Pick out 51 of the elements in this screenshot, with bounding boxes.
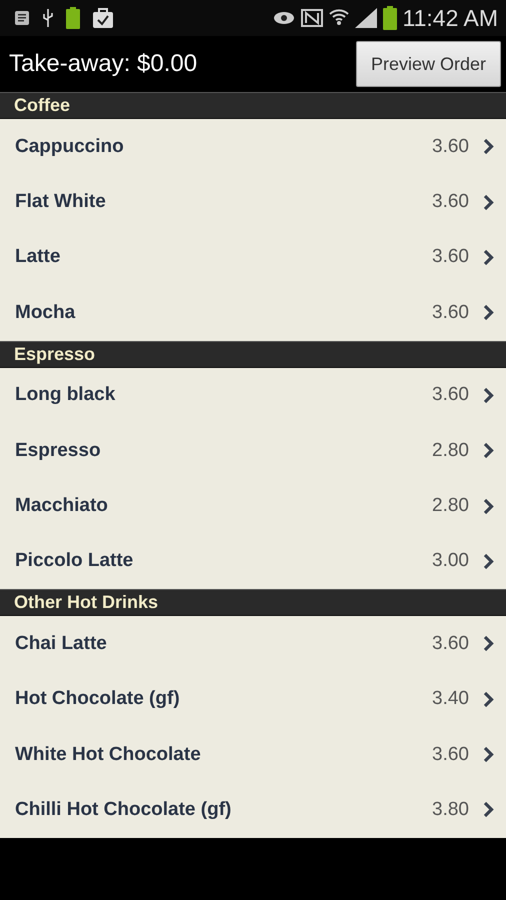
item-name[interactable]: Espresso: [15, 440, 432, 462]
item-name[interactable]: White Hot Chocolate: [15, 744, 432, 766]
item-price: 3.80: [432, 798, 469, 821]
item-price: 2.80: [432, 495, 469, 518]
chevron-icon[interactable]: [483, 498, 494, 515]
section-header: Other Hot Drinks: [0, 589, 506, 616]
chevron-icon[interactable]: [483, 304, 494, 322]
item-name[interactable]: Mocha: [15, 302, 432, 324]
bag-check-icon: [92, 8, 114, 28]
item-name[interactable]: Latte: [15, 246, 432, 268]
chevron-icon[interactable]: [483, 194, 494, 211]
preview-order-button[interactable]: Preview Order: [356, 41, 501, 87]
eye-icon: [272, 11, 295, 25]
item-name[interactable]: Hot Chocolate (gf): [15, 688, 432, 710]
item-price: 3.60: [432, 302, 469, 324]
usb-icon: [42, 8, 54, 28]
item-price: 3.40: [432, 688, 469, 710]
item-name[interactable]: Piccolo Latte: [15, 550, 432, 572]
battery-icon: [382, 6, 397, 30]
item-name[interactable]: Flat White: [15, 191, 432, 214]
nfc-icon: [300, 9, 323, 27]
chevron-icon[interactable]: [483, 248, 494, 266]
item-name[interactable]: Chilli Hot Chocolate (gf): [15, 798, 432, 821]
chevron-icon[interactable]: [483, 746, 494, 764]
notification-icon: [14, 10, 30, 26]
battery-icon: [66, 7, 80, 29]
wifi-icon: [328, 8, 349, 28]
item-price: 2.80: [432, 440, 469, 462]
item-name[interactable]: Macchiato: [15, 495, 432, 518]
section-header: Coffee: [0, 92, 506, 119]
chevron-icon[interactable]: [483, 552, 494, 570]
item-price: 3.60: [432, 191, 469, 214]
signal-icon: [354, 8, 377, 28]
item-price: 3.60: [432, 632, 469, 655]
chevron-icon[interactable]: [483, 801, 494, 818]
item-price: 3.60: [432, 136, 469, 158]
item-price: 3.60: [432, 744, 469, 766]
chevron-icon[interactable]: [483, 386, 494, 404]
chevron-icon[interactable]: [483, 690, 494, 708]
item-price: 3.60: [432, 384, 469, 406]
item-price: 3.00: [432, 550, 469, 572]
item-name[interactable]: Chai Latte: [15, 632, 432, 655]
order-total: Take-away: $0.00: [9, 50, 198, 78]
item-price: 3.60: [432, 246, 469, 268]
section-header: Espresso: [0, 340, 506, 368]
chevron-icon[interactable]: [483, 442, 494, 460]
clock-time: 11:42 AM: [402, 4, 498, 32]
chevron-icon[interactable]: [483, 635, 494, 652]
chevron-icon[interactable]: [483, 138, 494, 156]
item-name[interactable]: Cappuccino: [15, 136, 432, 158]
item-name[interactable]: Long black: [15, 384, 432, 406]
